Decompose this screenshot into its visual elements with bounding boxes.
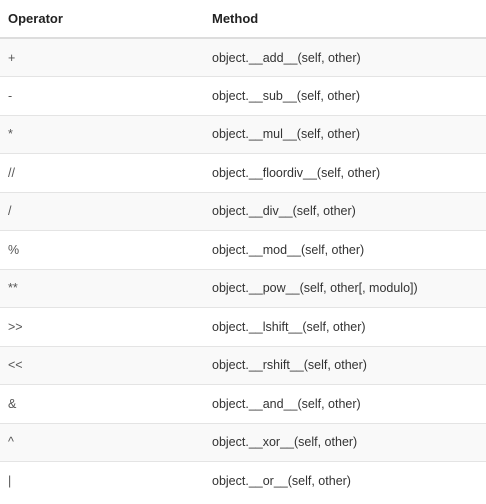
table-row: - object.__sub__(self, other): [0, 76, 486, 115]
operator-cell: *: [0, 114, 204, 154]
method-cell: object.__sub__(self, other): [204, 76, 486, 115]
table-row: + object.__add__(self, other): [0, 37, 486, 77]
operator-cell: >>: [0, 307, 204, 346]
method-cell: object.__add__(self, other): [204, 37, 486, 77]
method-cell: object.__floordiv__(self, other): [204, 153, 486, 192]
operator-method-table: Operator Method + object.__add__(self, o…: [0, 0, 486, 500]
table-row: >> object.__lshift__(self, other): [0, 307, 486, 346]
header-row: Operator Method: [0, 0, 486, 39]
operator-cell: ^: [0, 422, 204, 462]
operator-cell: %: [0, 230, 204, 269]
method-cell: object.__mod__(self, other): [204, 230, 486, 269]
method-cell: object.__div__(self, other): [204, 191, 486, 231]
table-row: ^ object.__xor__(self, other): [0, 422, 486, 462]
operator-cell: <<: [0, 345, 204, 385]
operator-cell: &: [0, 384, 204, 423]
method-cell: object.__and__(self, other): [204, 384, 486, 423]
operator-cell: -: [0, 76, 204, 115]
method-cell: object.__pow__(self, other[, modulo]): [204, 268, 486, 308]
table-row: << object.__rshift__(self, other): [0, 345, 486, 385]
method-cell: object.__mul__(self, other): [204, 114, 486, 154]
operator-cell: **: [0, 268, 204, 308]
header-operator: Operator: [0, 0, 204, 39]
table-row: | object.__or__(self, other): [0, 461, 486, 500]
table-row: ** object.__pow__(self, other[, modulo]): [0, 268, 486, 308]
operator-method-table-container: Operator Method + object.__add__(self, o…: [0, 0, 486, 504]
table-row: // object.__floordiv__(self, other): [0, 153, 486, 192]
operator-cell: //: [0, 153, 204, 192]
table-row: % object.__mod__(self, other): [0, 230, 486, 269]
table-row: / object.__div__(self, other): [0, 191, 486, 231]
table-body: + object.__add__(self, other) - object._…: [0, 37, 486, 500]
method-cell: object.__or__(self, other): [204, 461, 486, 500]
operator-cell: /: [0, 191, 204, 231]
operator-cell: |: [0, 461, 204, 500]
table-row: * object.__mul__(self, other): [0, 114, 486, 154]
method-cell: object.__xor__(self, other): [204, 422, 486, 462]
table-header: Operator Method: [0, 0, 486, 39]
method-cell: object.__lshift__(self, other): [204, 307, 486, 346]
header-method: Method: [204, 0, 486, 39]
operator-cell: +: [0, 37, 204, 77]
method-cell: object.__rshift__(self, other): [204, 345, 486, 385]
table-row: & object.__and__(self, other): [0, 384, 486, 423]
